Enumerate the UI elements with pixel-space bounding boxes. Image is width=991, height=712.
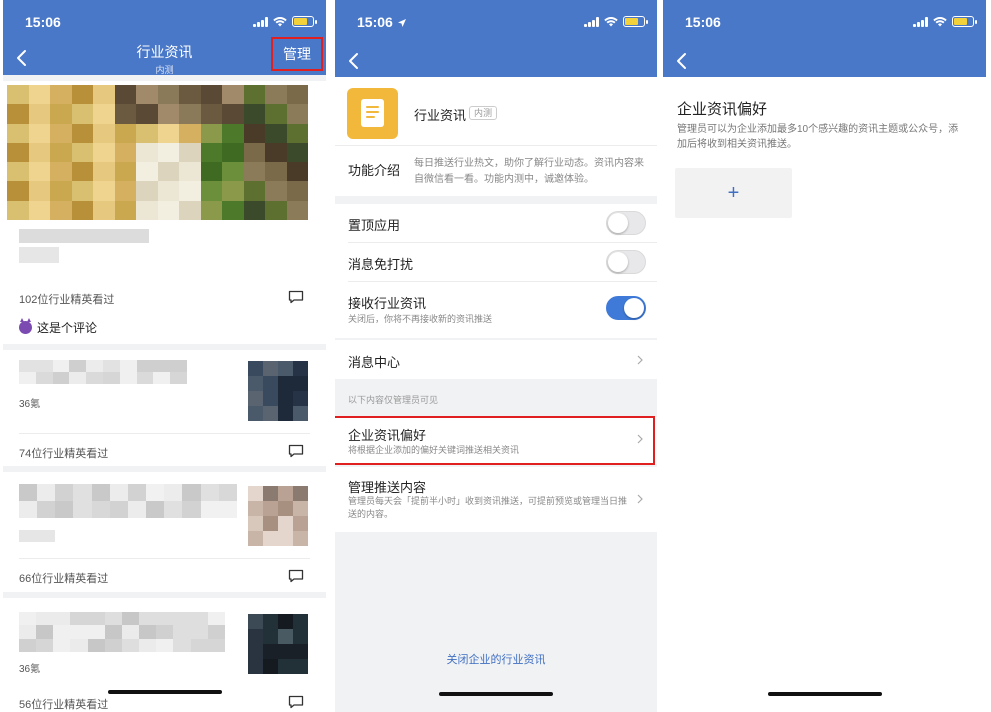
article-title-placeholder: [19, 360, 187, 384]
add-preference-button[interactable]: +: [675, 168, 792, 218]
navigation-bar: 15:06: [335, 0, 657, 77]
page-description: 管理员可以为企业添加最多10个感兴趣的资讯主题或公众号，添加后将收到相关资讯推送…: [677, 124, 959, 150]
plus-icon: +: [727, 182, 740, 204]
function-intro: 功能介绍 每日推送行业热文，助你了解行业动态。资讯内容来自微信看一看。功能内测中…: [335, 145, 657, 196]
view-count: 56位行业精英看过: [19, 699, 109, 711]
article-cover-image: [7, 85, 308, 220]
message-center-label: 消息中心: [348, 355, 401, 370]
row-divider: [348, 242, 657, 243]
mute-toggle[interactable]: [606, 250, 646, 274]
admin-only-note: 以下内容仅管理员可见: [348, 395, 439, 405]
article-title-placeholder: [19, 612, 225, 652]
source-placeholder: [19, 530, 55, 542]
pin-app-label: 置顶应用: [348, 218, 401, 233]
page-title: 企业资讯偏好: [677, 101, 768, 118]
comment-icon[interactable]: [288, 290, 304, 304]
article-title-placeholder: [19, 247, 59, 263]
navigation-bar: 15:06 行业资讯 内测 管理: [3, 0, 326, 75]
status-icons: [913, 16, 977, 27]
comment-icon[interactable]: [288, 569, 304, 583]
home-indicator: [107, 690, 222, 694]
function-intro-label: 功能介绍: [348, 163, 401, 178]
status-time: 15:06: [25, 14, 61, 30]
feed-item[interactable]: 66位行业精英看过: [3, 472, 326, 592]
top-comment-text: 这是个评论: [37, 321, 98, 335]
article-thumbnail: [248, 361, 308, 421]
app-document-icon: [347, 88, 398, 139]
signal-icon: [584, 16, 599, 27]
source-name: 36氪: [19, 664, 41, 675]
settings-group: 置顶应用 消息免打扰 接收行业资讯 关闭后，你将不再接收新的资讯推送: [335, 204, 657, 338]
navigation-bar: 15:06: [663, 0, 986, 77]
back-arrow-icon[interactable]: [671, 50, 693, 72]
feed-item[interactable]: 36氪 56位行业精英看过: [3, 598, 326, 712]
function-intro-text: 每日推送行业热文，助你了解行业动态。资讯内容来自微信看一看。功能内测中，诚邀体验…: [414, 158, 644, 185]
item-divider: [19, 558, 310, 559]
mute-label: 消息免打扰: [348, 257, 414, 272]
signal-icon: [913, 16, 928, 27]
status-time-text: 15:06: [357, 14, 393, 30]
beta-badge: 内测: [469, 106, 498, 120]
chevron-right-icon: [637, 494, 643, 504]
view-count: 66位行业精英看过: [19, 573, 109, 585]
wifi-icon: [933, 16, 947, 26]
battery-icon: [292, 16, 317, 27]
app-name: 行业资讯: [414, 108, 467, 123]
manage-push-row[interactable]: 管理推送内容 管理员每天会「提前半小时」收到资讯推送，可提前预览或管理当日推送的…: [335, 467, 657, 532]
app-settings-screen: 15:06 行业资讯 内测 功能介绍 每日推送行业热文，助你了解行业动态。资讯内…: [335, 0, 657, 712]
back-arrow-icon[interactable]: [343, 50, 365, 72]
feed-item[interactable]: 102位行业精英看过 这是个评论: [3, 81, 326, 344]
status-icons: [253, 16, 317, 27]
message-center-row[interactable]: 消息中心: [335, 340, 657, 379]
manage-push-hint: 管理员每天会「提前半小时」收到资讯推送，可提前预览或管理当日推送的内容。: [348, 496, 628, 519]
comment-icon[interactable]: [288, 444, 304, 458]
enterprise-preference-screen: 15:06 企业资讯偏好 管理员可以为企业添加最多10个感兴趣的资讯主题或公众号…: [663, 0, 986, 712]
feed-item[interactable]: 36氪 74位行业精英看过: [3, 350, 326, 466]
receive-news-hint: 关闭后，你将不再接收新的资讯推送: [348, 314, 493, 324]
source-name: 36氪: [19, 399, 41, 410]
comment-icon[interactable]: [288, 695, 304, 709]
chevron-right-icon: [637, 355, 643, 365]
close-enterprise-news-link[interactable]: 关闭企业的行业资讯: [335, 651, 657, 667]
pin-app-toggle[interactable]: [606, 211, 646, 235]
battery-icon: [952, 16, 977, 27]
item-divider: [19, 433, 310, 434]
receive-news-toggle[interactable]: [606, 296, 646, 320]
view-count: 102位行业精英看过: [19, 294, 115, 306]
highlight-box: [335, 416, 655, 465]
home-indicator: [439, 692, 553, 696]
app-header: 行业资讯 内测: [335, 77, 657, 145]
top-comment: 这是个评论: [19, 318, 98, 336]
feed-screen: 15:06 行业资讯 内测 管理 102位行业精英看过 这是个评论 36氪 74…: [3, 0, 326, 712]
status-icons: [584, 16, 648, 27]
status-time: 15:06: [357, 14, 407, 30]
location-arrow-icon: [397, 19, 406, 28]
status-time: 15:06: [685, 14, 721, 30]
row-divider: [348, 281, 657, 282]
devil-emoji-icon: [19, 318, 32, 334]
home-indicator: [767, 692, 882, 696]
article-title-placeholder: [19, 484, 237, 518]
manage-button[interactable]: 管理: [271, 37, 323, 71]
article-thumbnail: [248, 614, 308, 674]
article-title-placeholder: [19, 229, 149, 243]
wifi-icon: [604, 16, 618, 26]
view-count: 74位行业精英看过: [19, 448, 109, 460]
signal-icon: [253, 16, 268, 27]
battery-icon: [623, 16, 648, 27]
wifi-icon: [273, 16, 287, 26]
article-thumbnail: [248, 486, 308, 546]
receive-news-label: 接收行业资讯: [348, 296, 427, 311]
manage-push-label: 管理推送内容: [348, 480, 427, 495]
